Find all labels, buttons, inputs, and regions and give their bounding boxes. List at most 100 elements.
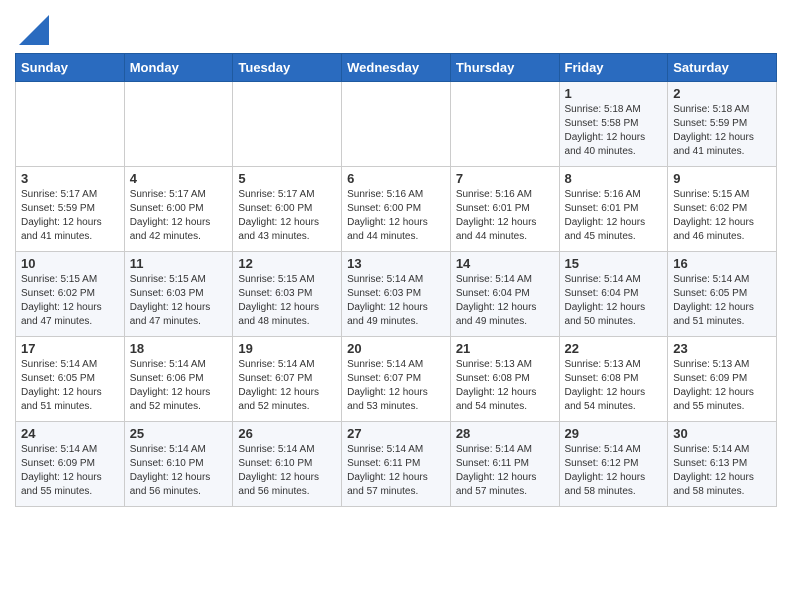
day-info: Sunrise: 5:17 AM Sunset: 6:00 PM Dayligh…	[130, 188, 228, 244]
day-number: 30	[673, 426, 771, 441]
calendar-body: 1 Sunrise: 5:18 AM Sunset: 5:58 PM Daylig…	[16, 82, 777, 507]
day-cell: 13 Sunrise: 5:14 AM Sunset: 6:03 PM Dayli…	[342, 252, 451, 337]
day-cell: 18Sunrise: 5:14 AM Sunset: 6:06 PM Dayli…	[124, 337, 233, 422]
day-info: Sunrise: 5:15 AM Sunset: 6:03 PM Dayligh…	[130, 273, 228, 329]
day-cell: 25Sunrise: 5:14 AM Sunset: 6:10 PM Dayli…	[124, 422, 233, 507]
day-cell: 5 Sunrise: 5:17 AM Sunset: 6:00 PM Daylig…	[233, 167, 342, 252]
day-cell: 10 Sunrise: 5:15 AM Sunset: 6:02 PM Dayli…	[16, 252, 125, 337]
weekday-header-monday: Monday	[124, 54, 233, 82]
day-info: Sunrise: 5:14 AM Sunset: 6:07 PM Dayligh…	[238, 358, 336, 414]
day-cell: 27 Sunrise: 5:14 AM Sunset: 6:11 PM Dayli…	[342, 422, 451, 507]
day-cell: 23 Sunrise: 5:13 AM Sunset: 6:09 PM Dayli…	[668, 337, 777, 422]
day-cell: 14 Sunrise: 5:14 AM Sunset: 6:04 PM Dayli…	[450, 252, 559, 337]
weekday-row: SundayMondayTuesdayWednesdayThursdayFrid…	[16, 54, 777, 82]
day-info: Sunrise: 5:14 AM Sunset: 6:04 PM Dayligh…	[565, 273, 663, 329]
calendar-header: SundayMondayTuesdayWednesdayThursdayFrid…	[16, 54, 777, 82]
day-number: 23	[673, 341, 771, 356]
day-number: 22	[565, 341, 663, 356]
weekday-header-friday: Friday	[559, 54, 668, 82]
day-cell: 19 Sunrise: 5:14 AM Sunset: 6:07 PM Dayli…	[233, 337, 342, 422]
day-info: Sunrise: 5:14 AM Sunset: 6:04 PM Dayligh…	[456, 273, 554, 329]
day-number: 5	[238, 171, 336, 186]
day-cell: 8 Sunrise: 5:16 AM Sunset: 6:01 PM Daylig…	[559, 167, 668, 252]
logo-icon	[19, 15, 49, 45]
week-row: 10 Sunrise: 5:15 AM Sunset: 6:02 PM Dayli…	[16, 252, 777, 337]
day-cell: 28Sunrise: 5:14 AM Sunset: 6:11 PM Dayli…	[450, 422, 559, 507]
day-number: 16	[673, 256, 771, 271]
day-info: Sunrise: 5:15 AM Sunset: 6:02 PM Dayligh…	[673, 188, 771, 244]
day-number: 21	[456, 341, 554, 356]
day-cell: 16 Sunrise: 5:14 AM Sunset: 6:05 PM Dayli…	[668, 252, 777, 337]
day-cell: 4 Sunrise: 5:17 AM Sunset: 6:00 PM Daylig…	[124, 167, 233, 252]
day-cell: 24 Sunrise: 5:14 AM Sunset: 6:09 PM Dayli…	[16, 422, 125, 507]
day-cell: 30 Sunrise: 5:14 AM Sunset: 6:13 PM Dayli…	[668, 422, 777, 507]
day-info: Sunrise: 5:16 AM Sunset: 6:01 PM Dayligh…	[456, 188, 554, 244]
day-number: 18	[130, 341, 228, 356]
day-info: Sunrise: 5:14 AM Sunset: 6:05 PM Dayligh…	[21, 358, 119, 414]
day-number: 4	[130, 171, 228, 186]
day-info: Sunrise: 5:14 AM Sunset: 6:12 PM Dayligh…	[565, 443, 663, 499]
weekday-header-wednesday: Wednesday	[342, 54, 451, 82]
day-number: 11	[130, 256, 228, 271]
day-cell: 11 Sunrise: 5:15 AM Sunset: 6:03 PM Dayli…	[124, 252, 233, 337]
day-info: Sunrise: 5:14 AM Sunset: 6:09 PM Dayligh…	[21, 443, 119, 499]
weekday-header-sunday: Sunday	[16, 54, 125, 82]
day-info: Sunrise: 5:13 AM Sunset: 6:09 PM Dayligh…	[673, 358, 771, 414]
week-row: 1 Sunrise: 5:18 AM Sunset: 5:58 PM Daylig…	[16, 82, 777, 167]
day-number: 8	[565, 171, 663, 186]
day-cell: 1 Sunrise: 5:18 AM Sunset: 5:58 PM Daylig…	[559, 82, 668, 167]
day-number: 6	[347, 171, 445, 186]
day-info: Sunrise: 5:16 AM Sunset: 6:01 PM Dayligh…	[565, 188, 663, 244]
day-cell: 29 Sunrise: 5:14 AM Sunset: 6:12 PM Dayli…	[559, 422, 668, 507]
day-info: Sunrise: 5:14 AM Sunset: 6:11 PM Dayligh…	[347, 443, 445, 499]
day-info: Sunrise: 5:15 AM Sunset: 6:03 PM Dayligh…	[238, 273, 336, 329]
day-number: 17	[21, 341, 119, 356]
day-number: 7	[456, 171, 554, 186]
day-number: 14	[456, 256, 554, 271]
day-number: 10	[21, 256, 119, 271]
header	[15, 10, 777, 45]
day-number: 26	[238, 426, 336, 441]
day-cell: 21 Sunrise: 5:13 AM Sunset: 6:08 PM Dayli…	[450, 337, 559, 422]
day-number: 29	[565, 426, 663, 441]
day-cell: 17 Sunrise: 5:14 AM Sunset: 6:05 PM Dayli…	[16, 337, 125, 422]
weekday-header-saturday: Saturday	[668, 54, 777, 82]
day-info: Sunrise: 5:18 AM Sunset: 5:58 PM Dayligh…	[565, 103, 663, 159]
day-number: 3	[21, 171, 119, 186]
day-cell	[16, 82, 125, 167]
day-info: Sunrise: 5:14 AM Sunset: 6:07 PM Dayligh…	[347, 358, 445, 414]
day-number: 12	[238, 256, 336, 271]
day-number: 24	[21, 426, 119, 441]
day-number: 20	[347, 341, 445, 356]
day-info: Sunrise: 5:14 AM Sunset: 6:10 PM Dayligh…	[130, 443, 228, 499]
day-info: Sunrise: 5:17 AM Sunset: 6:00 PM Dayligh…	[238, 188, 336, 244]
day-cell: 9 Sunrise: 5:15 AM Sunset: 6:02 PM Daylig…	[668, 167, 777, 252]
day-cell: 6 Sunrise: 5:16 AM Sunset: 6:00 PM Daylig…	[342, 167, 451, 252]
day-number: 28	[456, 426, 554, 441]
day-cell: 22 Sunrise: 5:13 AM Sunset: 6:08 PM Dayli…	[559, 337, 668, 422]
day-number: 9	[673, 171, 771, 186]
week-row: 3 Sunrise: 5:17 AM Sunset: 5:59 PM Daylig…	[16, 167, 777, 252]
day-number: 19	[238, 341, 336, 356]
day-info: Sunrise: 5:15 AM Sunset: 6:02 PM Dayligh…	[21, 273, 119, 329]
day-info: Sunrise: 5:13 AM Sunset: 6:08 PM Dayligh…	[456, 358, 554, 414]
day-info: Sunrise: 5:14 AM Sunset: 6:13 PM Dayligh…	[673, 443, 771, 499]
day-number: 1	[565, 86, 663, 101]
day-cell: 26Sunrise: 5:14 AM Sunset: 6:10 PM Dayli…	[233, 422, 342, 507]
week-row: 24 Sunrise: 5:14 AM Sunset: 6:09 PM Dayli…	[16, 422, 777, 507]
weekday-header-thursday: Thursday	[450, 54, 559, 82]
logo	[15, 15, 49, 45]
day-info: Sunrise: 5:17 AM Sunset: 5:59 PM Dayligh…	[21, 188, 119, 244]
day-cell: 12 Sunrise: 5:15 AM Sunset: 6:03 PM Dayli…	[233, 252, 342, 337]
day-info: Sunrise: 5:14 AM Sunset: 6:03 PM Dayligh…	[347, 273, 445, 329]
day-cell	[124, 82, 233, 167]
day-info: Sunrise: 5:16 AM Sunset: 6:00 PM Dayligh…	[347, 188, 445, 244]
day-info: Sunrise: 5:18 AM Sunset: 5:59 PM Dayligh…	[673, 103, 771, 159]
day-info: Sunrise: 5:13 AM Sunset: 6:08 PM Dayligh…	[565, 358, 663, 414]
calendar: SundayMondayTuesdayWednesdayThursdayFrid…	[15, 53, 777, 507]
day-number: 13	[347, 256, 445, 271]
day-cell: 20 Sunrise: 5:14 AM Sunset: 6:07 PM Dayli…	[342, 337, 451, 422]
day-info: Sunrise: 5:14 AM Sunset: 6:05 PM Dayligh…	[673, 273, 771, 329]
day-number: 27	[347, 426, 445, 441]
day-cell: 7 Sunrise: 5:16 AM Sunset: 6:01 PM Daylig…	[450, 167, 559, 252]
